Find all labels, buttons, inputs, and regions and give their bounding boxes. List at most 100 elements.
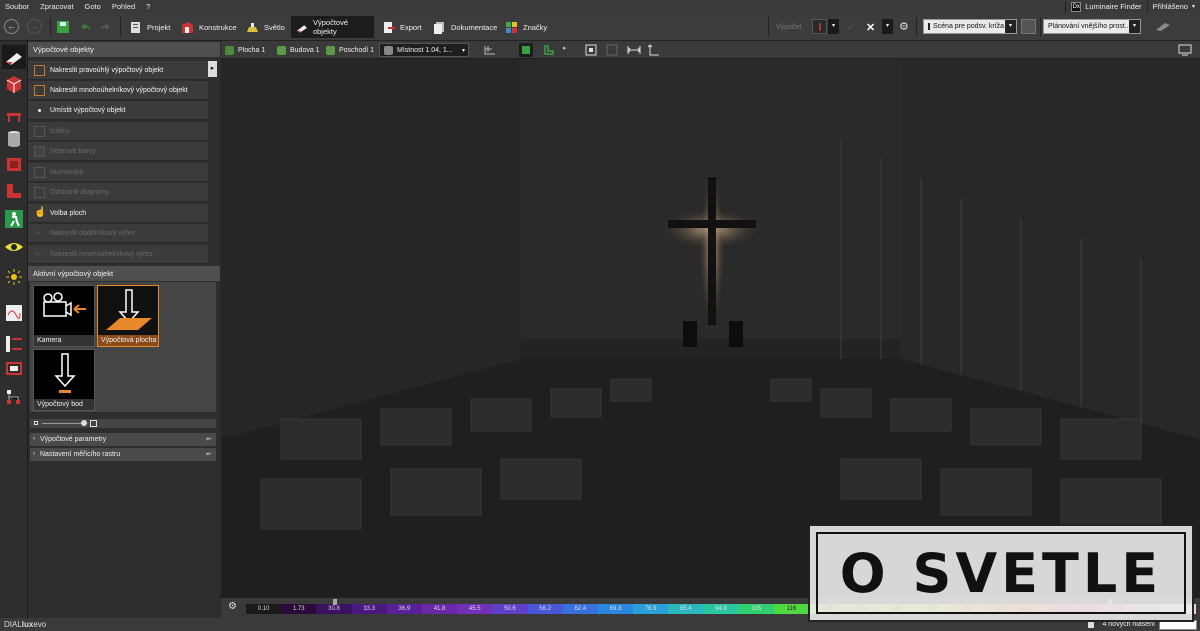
- redo-icon[interactable]: [100, 21, 112, 33]
- cube-icon[interactable]: [4, 74, 24, 94]
- active-object-title: Aktivní výpočtový objekt: [28, 266, 220, 281]
- tab-svetlo[interactable]: Světlo: [241, 16, 290, 38]
- tab-projekt[interactable]: Projekt: [124, 16, 175, 38]
- tab-export[interactable]: Export: [377, 16, 427, 38]
- zoom-selection-icon[interactable]: [606, 44, 618, 56]
- isolines-item[interactable]: Izoliny: [28, 122, 208, 141]
- forward-button[interactable]: →: [27, 19, 42, 34]
- legend-value: 33.3: [351, 604, 387, 614]
- draw-rect-calc-object[interactable]: Nakreslit pravoúhlý výpočtový objekt: [28, 61, 208, 80]
- scroll-arrow[interactable]: ▸: [208, 61, 217, 77]
- menu-help[interactable]: ?: [146, 2, 150, 11]
- grid-snap-icon[interactable]: [483, 44, 497, 56]
- remove-diagrams-item[interactable]: Odstranit diagramy: [28, 183, 208, 202]
- calc-point-arrow-icon: [54, 353, 76, 393]
- planning-select[interactable]: Plánování vnějšího prost... ▾: [1043, 19, 1141, 34]
- draw-polygon-calc-object[interactable]: Nakreslit mnohoúhelníkový výpočtový obje…: [28, 81, 208, 100]
- tab-export-label: Export: [400, 22, 422, 32]
- false-colors-item[interactable]: Nepravé barvy: [28, 142, 208, 161]
- calc-start-button[interactable]: [812, 19, 827, 34]
- floorplan-view-icon[interactable]: [543, 44, 555, 56]
- point-icon: [38, 109, 41, 112]
- cylinder-icon[interactable]: [4, 129, 24, 149]
- tile-camera[interactable]: Kamera: [33, 285, 95, 347]
- menu-pohled[interactable]: Pohled: [112, 2, 135, 11]
- emergency-exit-icon[interactable]: [4, 209, 24, 229]
- slider-thumb[interactable]: [81, 420, 87, 426]
- play-icon[interactable]: ▸: [563, 44, 567, 52]
- scene-edit-button[interactable]: [1021, 19, 1036, 34]
- tile-size-slider[interactable]: [30, 419, 216, 428]
- place-calc-object[interactable]: Umístit výpočtový objekt: [28, 101, 208, 120]
- check-icon[interactable]: ✓: [847, 22, 855, 33]
- close-icon[interactable]: ✕: [866, 21, 875, 34]
- panel-item-label: Nakreslit mnohoúhelníkový výřez: [50, 250, 153, 258]
- select-surfaces-item[interactable]: ☝ Volba ploch: [28, 204, 208, 223]
- polygon-outline-icon: [34, 85, 45, 96]
- camera-icon: [43, 292, 86, 317]
- 3d-view-icon[interactable]: [519, 43, 533, 57]
- table-object-icon[interactable]: [4, 106, 24, 126]
- sequence-icon[interactable]: [4, 334, 24, 354]
- section-label: Výpočtové parametry: [40, 436, 107, 443]
- hierarchy-icon[interactable]: [4, 387, 24, 407]
- luminaire-finder-button[interactable]: Dx Luminaire Finder: [1065, 0, 1146, 13]
- undo-icon[interactable]: [79, 21, 91, 33]
- menu-soubor[interactable]: Soubor: [5, 2, 29, 11]
- curve-diagram-icon[interactable]: [4, 303, 24, 323]
- mode-calc-surfaces[interactable]: [2, 45, 26, 69]
- breadcrumb-poschodi[interactable]: Poschodí 1: [322, 43, 378, 57]
- monitor-icon[interactable]: [1178, 44, 1192, 56]
- eye-icon[interactable]: [4, 237, 24, 257]
- room-cube-icon[interactable]: [4, 154, 24, 174]
- legend-value: 105: [738, 604, 774, 614]
- menu-goto[interactable]: Goto: [85, 2, 101, 11]
- tab-dokumentace[interactable]: Dokumentace: [428, 16, 502, 38]
- measure-height-icon[interactable]: [648, 44, 660, 56]
- tab-vypoctove-objekty[interactable]: Výpočtové objekty: [291, 16, 374, 38]
- section-measuring-grid[interactable]: › Nastavení měřicího rastru ⇤: [30, 448, 216, 461]
- pin-icon[interactable]: ⇤: [206, 448, 212, 461]
- tiles-area: Kamera Výpočtová plocha Výpočtový bod: [30, 282, 216, 412]
- eraser-icon[interactable]: [1155, 22, 1171, 32]
- room-select[interactable]: Místnost 1.04, 1... ▾: [379, 43, 469, 57]
- section-calc-params[interactable]: › Výpočtové parametry ⇤: [30, 433, 216, 446]
- cancel-dropdown-icon[interactable]: ▾: [882, 19, 893, 34]
- calc-surface-icon: [6, 53, 22, 65]
- menu-zpracovat[interactable]: Zpracovat: [40, 2, 73, 11]
- back-button[interactable]: ←: [4, 19, 19, 34]
- document-icon: [1088, 621, 1095, 628]
- chevron-down-icon: ▾: [1191, 4, 1195, 10]
- frame-icon[interactable]: [4, 359, 24, 379]
- draw-polygon-cutout-item[interactable]: ✂ Nakreslit mnohoúhelníkový výřez: [28, 245, 208, 264]
- tile-calc-surface[interactable]: Výpočtová plocha: [97, 285, 159, 347]
- legend-value: 56.2: [527, 604, 563, 614]
- dialux-logo: DIALluxevo: [4, 620, 47, 629]
- false-colors-icon: [34, 146, 45, 157]
- numeric-item[interactable]: Numerický: [28, 163, 208, 182]
- breadcrumb-plocha[interactable]: Plocha 1: [221, 43, 269, 57]
- remove-diagrams-icon: [34, 187, 45, 198]
- tile-calc-point[interactable]: Výpočtový bod: [33, 349, 95, 411]
- measure-distance-icon[interactable]: [627, 44, 641, 56]
- panel-item-label: Nakreslit pravoúhlý výpočtový objekt: [50, 66, 164, 74]
- tab-znacky[interactable]: Značky: [500, 16, 552, 38]
- scene-select[interactable]: Scéna pre podsv. kríža ▾: [923, 19, 1017, 34]
- floor-icon: [326, 45, 335, 55]
- legend-value: 41.8: [421, 604, 458, 614]
- gear-icon[interactable]: ⚙: [899, 20, 909, 33]
- login-menu[interactable]: Přihlášeno ▾: [1146, 0, 1200, 13]
- sun-icon[interactable]: [4, 267, 24, 287]
- draw-rect-cutout-item[interactable]: ✂ Nakreslit obdélníkový výřez: [28, 224, 208, 243]
- calc-dropdown-icon[interactable]: ▾: [828, 19, 839, 34]
- legend-marker[interactable]: [333, 599, 337, 605]
- pin-icon[interactable]: ⇤: [206, 433, 212, 446]
- breadcrumb-budova[interactable]: Budova 1: [273, 43, 324, 57]
- save-icon[interactable]: [56, 20, 70, 34]
- tab-konstrukce[interactable]: Konstrukce: [176, 16, 242, 38]
- zoom-extents-icon[interactable]: [585, 44, 597, 56]
- wall-corner-icon[interactable]: [4, 181, 24, 201]
- section-label: Nastavení měřicího rastru: [40, 451, 121, 458]
- 3d-viewport[interactable]: [221, 59, 1200, 598]
- legend-settings-icon[interactable]: ⚙: [228, 601, 237, 612]
